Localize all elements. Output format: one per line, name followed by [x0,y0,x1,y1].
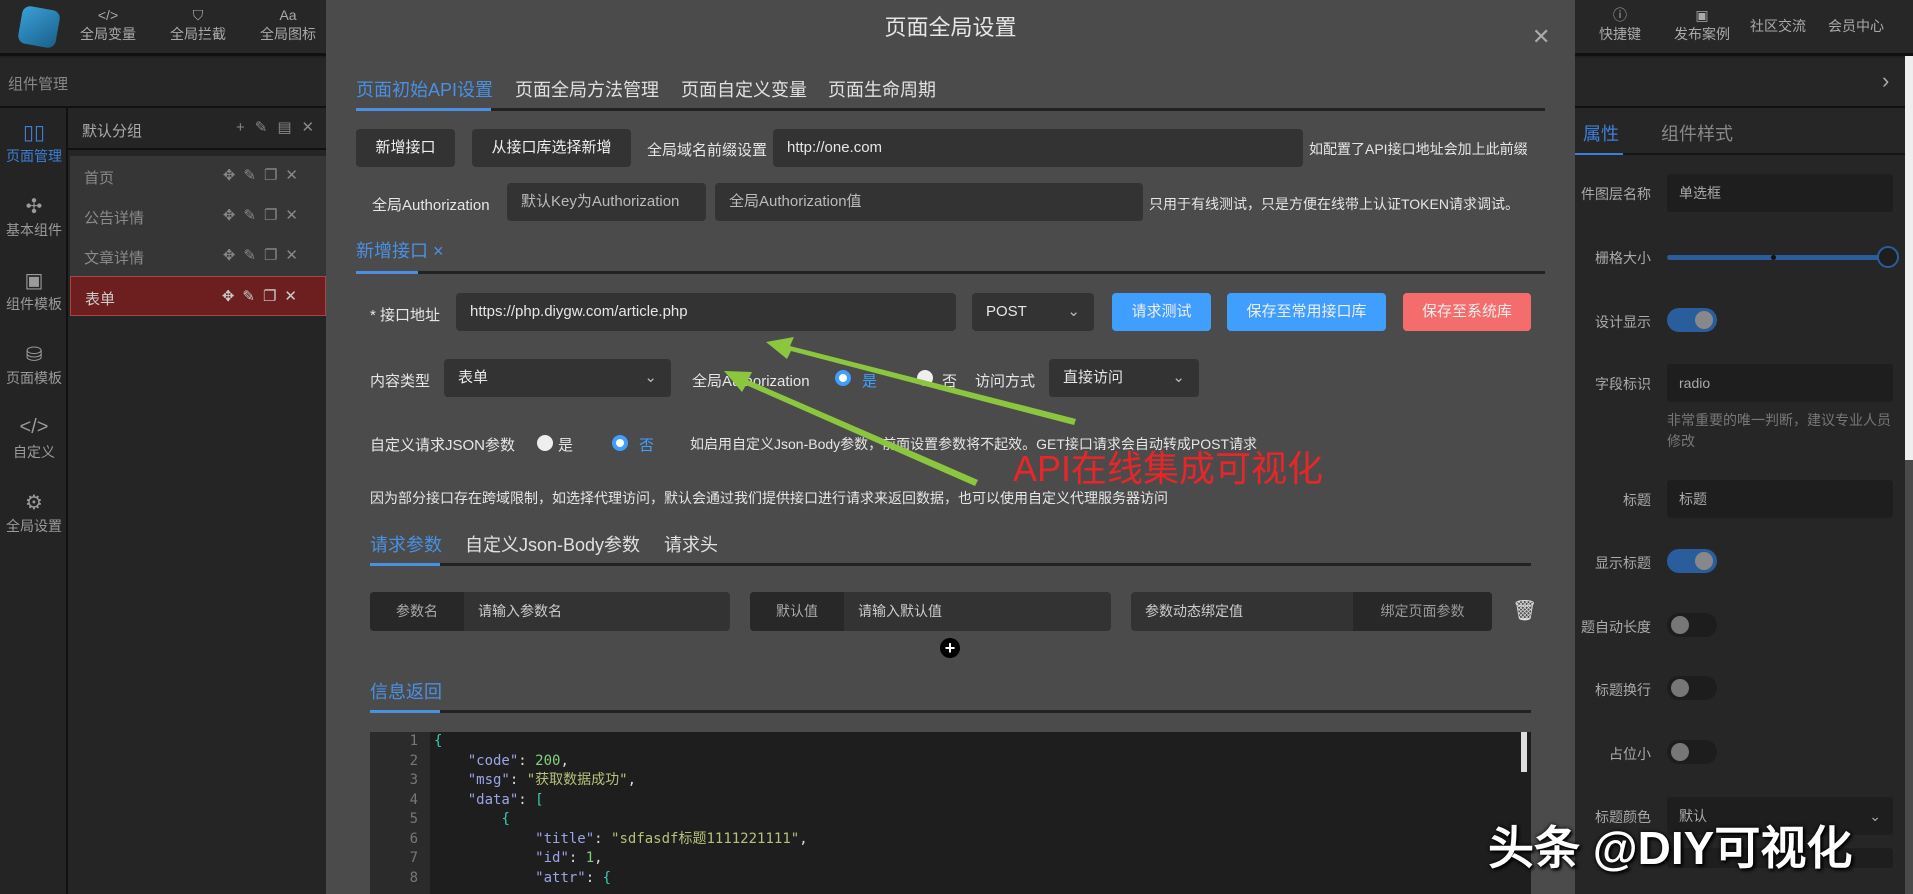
annotation-arrows [724,337,1076,486]
annotation-text: API在线集成可视化 [1013,448,1324,489]
watermark: 头条 @DIY可视化 [1488,822,1853,874]
